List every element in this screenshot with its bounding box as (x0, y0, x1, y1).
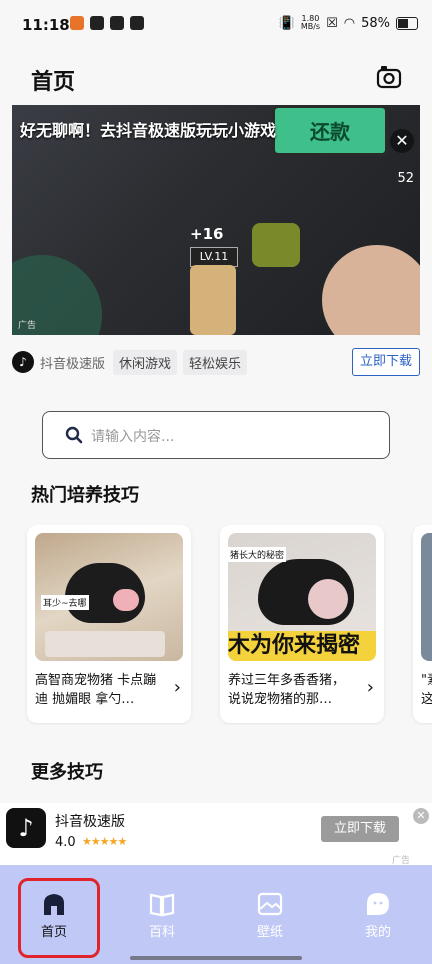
tab-encyclopedia[interactable]: 百科 (108, 865, 216, 955)
tip-card-title: 养过三年多香香猪，说说宠物猪的那… (228, 673, 346, 707)
ad-app-name: 抖音极速版 (55, 814, 125, 830)
profile-icon (367, 893, 389, 915)
status-right: 📳 1.80 MB/s ☒ ◠ 58% (279, 15, 418, 31)
tiktok-app-icon: ♪ (6, 808, 46, 848)
play-icon (130, 16, 144, 30)
wifi-icon: ◠ (343, 15, 356, 31)
tab-label: 百科 (148, 925, 175, 940)
download-button[interactable]: 立即下载 (321, 816, 399, 842)
ad-game-level: LV.11 (190, 247, 238, 267)
ad-label: 广告 (18, 321, 37, 331)
battery-icon (396, 16, 418, 30)
tip-card-title: "素这 (421, 673, 432, 707)
tab-wallpaper[interactable]: 壁纸 (216, 865, 324, 955)
section-title-more: 更多技巧 (31, 762, 103, 783)
image-caption: 耳少~去哪 (41, 595, 89, 610)
pig-photo: 猪长大的秘密 木为你来揭密 (228, 533, 376, 661)
active-tab-highlight (18, 878, 100, 958)
banner-ad[interactable]: ♪ 抖音极速版 4.0 ★★★★★ 立即下载 ✕ 广告 (0, 803, 432, 866)
tiktok-icon: ♪ (12, 351, 34, 373)
book-icon (149, 893, 175, 917)
section-title-hot: 热门培养技巧 (31, 485, 139, 506)
page-title: 首页 (31, 70, 76, 95)
pig-photo: 耳少~去哪 (35, 533, 183, 661)
image-caption: 猪长大的秘密 (228, 547, 287, 562)
wallpaper-icon (257, 892, 283, 916)
chevron-right-icon: › (173, 677, 181, 698)
app-notification-icon (90, 16, 104, 30)
ad-app-name: 抖音极速版 (40, 356, 106, 372)
ad-tag-chip: 休闲游戏 (113, 349, 178, 375)
video-ad[interactable]: 还款 +16 LV.11 52 好无聊啊！去抖音极速版玩玩小游戏 ✕ 广告 (12, 105, 420, 335)
tip-card[interactable]: "素这 (413, 525, 432, 723)
battery-percent: 58% (361, 15, 390, 31)
tab-profile[interactable]: 我的 (324, 865, 432, 955)
hot-tips-carousel[interactable]: 耳少~去哪 高智商宠物猪 卡点蹦迪 抛媚眼 拿勺… › 猪长大的秘密 木为你来揭… (0, 525, 432, 725)
ad-game-character (190, 265, 236, 335)
no-sim-icon: ☒ (326, 15, 338, 31)
mail-icon (110, 16, 124, 30)
ad-game-item (252, 223, 300, 267)
image-banner: 木为你来揭密 (228, 631, 376, 661)
ad-rating: 4.0 (55, 835, 76, 850)
tip-card[interactable]: 猪长大的秘密 木为你来揭密 养过三年多香香猪，说说宠物猪的那… › (220, 525, 384, 723)
notification-icons (70, 16, 144, 30)
ad-game-plus: +16 (190, 225, 224, 243)
net-speed: 1.80 MB/s (300, 14, 321, 31)
status-time: 11:18 (22, 16, 70, 34)
camera-icon[interactable] (376, 64, 402, 90)
ad-game-number: 52 (397, 171, 414, 186)
chevron-right-icon: › (366, 677, 374, 698)
close-icon[interactable]: ✕ (413, 808, 429, 824)
search-icon (65, 426, 83, 444)
vibrate-icon: 📳 (278, 15, 295, 31)
tab-label: 我的 (364, 925, 391, 940)
download-button[interactable]: 立即下载 (352, 348, 420, 376)
star-rating-icon: ★★★★★ (82, 835, 127, 848)
tip-card-title: 高智商宠物猪 卡点蹦迪 抛媚眼 拿勺… (35, 673, 157, 707)
search-input[interactable]: 请输入内容... (42, 411, 390, 459)
app-notification-icon (70, 16, 84, 30)
home-indicator (130, 956, 302, 960)
tab-label: 壁纸 (256, 925, 283, 940)
tip-card[interactable]: 耳少~去哪 高智商宠物猪 卡点蹦迪 抛媚眼 拿勺… › (27, 525, 191, 723)
ad-meta: ♪ 抖音极速版 休闲游戏 轻松娱乐 立即下载 (12, 348, 420, 376)
close-icon[interactable]: ✕ (390, 129, 414, 153)
pig-photo (421, 533, 432, 661)
search-placeholder: 请输入内容... (91, 429, 175, 445)
status-bar: 11:18 📳 1.80 MB/s ☒ ◠ 58% (0, 0, 432, 52)
ad-tag-chip: 轻松娱乐 (183, 349, 248, 375)
ad-headline: 好无聊啊！去抖音极速版玩玩小游戏 (20, 121, 277, 140)
ad-game-button: 还款 (272, 105, 388, 156)
